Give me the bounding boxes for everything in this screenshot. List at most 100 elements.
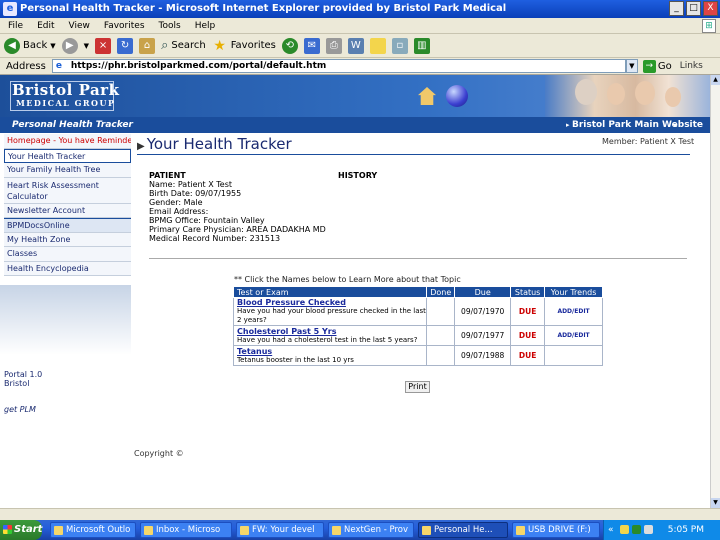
menu-edit[interactable]: Edit xyxy=(37,21,54,31)
history-icon[interactable]: ⟲ xyxy=(281,37,298,54)
address-input[interactable]: https://phr.bristolparkmed.com/portal/de… xyxy=(51,59,626,73)
stop-icon[interactable]: × xyxy=(95,37,112,54)
status-cell: DUE xyxy=(510,325,546,346)
test-name-link[interactable]: Cholesterol Past 5 Yrs xyxy=(237,327,426,336)
patient-gender: Gender: Male xyxy=(149,198,203,207)
clock: 5:05 PM xyxy=(667,525,704,535)
task-usb-drive[interactable]: USB DRIVE (F:) xyxy=(512,522,600,538)
close-button[interactable]: X xyxy=(703,1,718,16)
menu-bar: File Edit View Favorites Tools Help ⊞ xyxy=(0,18,720,34)
title-divider xyxy=(137,154,690,155)
trend-add-edit-link[interactable]: ADD/EDIT xyxy=(544,297,603,326)
sidebar-item-family-tree[interactable]: Your Family Health Tree xyxy=(4,163,131,178)
title-arrow-icon: ▶ xyxy=(137,141,145,152)
go-button[interactable]: → Go xyxy=(642,59,672,73)
history-header: HISTORY xyxy=(338,171,378,180)
home-icon[interactable] xyxy=(418,87,436,105)
discuss-icon[interactable] xyxy=(369,37,386,54)
system-tray: « 5:05 PM xyxy=(603,520,720,540)
triangle-icon: ▸ xyxy=(674,121,678,129)
chevron-down-icon[interactable]: ▼ xyxy=(50,42,55,50)
trend-cell xyxy=(544,345,603,366)
address-dropdown-icon[interactable]: ▼ xyxy=(625,59,638,73)
search-button[interactable]: ⌕ Search xyxy=(161,38,206,53)
photo-face xyxy=(575,79,597,105)
task-fw-email[interactable]: FW: Your devel xyxy=(236,522,324,538)
sidebar-item-homepage[interactable]: Homepage - You have Reminders! xyxy=(4,134,131,149)
address-label: Address xyxy=(6,60,46,72)
patient-name: Name: Patient X Test xyxy=(149,180,233,189)
test-question: Tetanus booster in the last 10 yrs xyxy=(237,355,354,364)
test-cell: Tetanus Tetanus booster in the last 10 y… xyxy=(232,345,428,366)
table-row: Blood Pressure Checked Have you had your… xyxy=(232,297,603,326)
test-name-link[interactable]: Blood Pressure Checked xyxy=(237,298,426,307)
mail-icon[interactable]: ✉ xyxy=(303,37,320,54)
task-outlook[interactable]: Microsoft Outlo xyxy=(50,522,136,538)
research-icon[interactable]: ▥ xyxy=(413,37,430,54)
scroll-up-icon[interactable]: ▲ xyxy=(711,75,720,85)
print-icon[interactable]: ⎙ xyxy=(325,37,342,54)
scroll-down-icon[interactable]: ▼ xyxy=(711,498,720,508)
network-tray-icon[interactable] xyxy=(632,525,641,534)
star-icon: ★ xyxy=(213,37,226,54)
portal-version: Portal 1.0 xyxy=(4,370,43,379)
sidebar-item-encyclopedia[interactable]: Health Encyclopedia xyxy=(4,261,131,276)
task-nextgen[interactable]: NextGen - Prov xyxy=(328,522,414,538)
task-personal-health[interactable]: Personal He... xyxy=(418,522,508,538)
minimize-button[interactable]: _ xyxy=(669,1,684,16)
due-date-cell: 09/07/1977 xyxy=(454,325,512,346)
col-done: Done xyxy=(426,286,456,298)
vertical-scrollbar[interactable]: ▲ ▼ xyxy=(710,75,720,508)
menu-help[interactable]: Help xyxy=(195,21,216,31)
sidebar: Homepage - You have Reminders! Your Heal… xyxy=(4,134,131,276)
menu-file[interactable]: File xyxy=(8,21,23,31)
menu-tools[interactable]: Tools xyxy=(159,21,181,31)
refresh-icon[interactable]: ↻ xyxy=(117,37,134,54)
due-date-cell: 09/07/1988 xyxy=(454,345,512,366)
sidebar-item-bpmdocsonline[interactable]: BPMDocsOnline xyxy=(4,218,131,233)
menu-view[interactable]: View xyxy=(69,21,90,31)
maximize-button[interactable]: □ xyxy=(686,1,701,16)
start-button[interactable]: Start xyxy=(0,520,42,540)
logo-line1: Bristol Park xyxy=(12,81,120,99)
print-button[interactable]: Print xyxy=(405,381,430,393)
links-label[interactable]: Links xyxy=(680,61,703,71)
sidebar-item-heart-risk[interactable]: Heart Risk Assessment Calculator xyxy=(4,177,131,204)
forward-arrow-icon[interactable]: ▶ xyxy=(61,37,78,54)
home-icon[interactable]: ⌂ xyxy=(139,37,156,54)
test-question: Have you had a cholesterol test in the l… xyxy=(237,335,418,344)
test-cell: Blood Pressure Checked Have you had your… xyxy=(232,297,428,326)
bristol-park-logo[interactable]: Bristol Park MEDICAL GROUP xyxy=(12,82,119,108)
tray-chevron-icon[interactable]: « xyxy=(608,525,614,535)
sidebar-shade xyxy=(0,285,131,355)
sidebar-item-classes[interactable]: Classes xyxy=(4,247,131,262)
ie-logo-icon: e xyxy=(3,2,17,16)
portal-footer-link[interactable]: Bristol xyxy=(4,379,29,388)
volume-tray-icon[interactable] xyxy=(644,525,653,534)
sidebar-item-newsletter[interactable]: Newsletter Account xyxy=(4,203,131,218)
task-inbox[interactable]: Inbox - Microso xyxy=(140,522,232,538)
windows-logo-icon: ⊞ xyxy=(702,19,716,33)
globe-icon[interactable] xyxy=(446,85,468,107)
back-button[interactable]: ◀ Back ▼ xyxy=(4,37,56,54)
menu-favorites[interactable]: Favorites xyxy=(104,21,145,31)
search-icon: ⌕ xyxy=(161,38,169,53)
status-cell: DUE xyxy=(510,345,546,366)
chevron-down-icon[interactable]: ▼ xyxy=(84,42,89,50)
mail-tray-icon[interactable] xyxy=(620,525,629,534)
patient-physician: Primary Care Physician: AREA DADAKHA MD xyxy=(149,225,326,234)
site-banner: Bristol Park MEDICAL GROUP xyxy=(0,75,710,117)
table-row: Tetanus Tetanus booster in the last 10 y… xyxy=(232,345,603,366)
trend-add-edit-link[interactable]: ADD/EDIT xyxy=(544,325,603,346)
patient-info: PATIENT Name: Patient X Test Birth Date:… xyxy=(149,171,326,243)
favorites-button[interactable]: ★ Favorites xyxy=(212,37,275,54)
sidebar-item-health-tracker[interactable]: Your Health Tracker xyxy=(4,148,131,163)
test-name-link[interactable]: Tetanus xyxy=(237,347,426,356)
edit-icon[interactable]: W xyxy=(347,37,364,54)
patient-header: PATIENT xyxy=(149,171,186,180)
section-title: Personal Health Tracker xyxy=(12,120,133,130)
site-nav-strip: Personal Health Tracker ▸ Bristol Park M… xyxy=(0,117,710,146)
info-divider xyxy=(149,258,687,259)
messenger-icon[interactable]: ▫ xyxy=(391,37,408,54)
sidebar-item-health-zone[interactable]: My Health Zone xyxy=(4,232,131,247)
